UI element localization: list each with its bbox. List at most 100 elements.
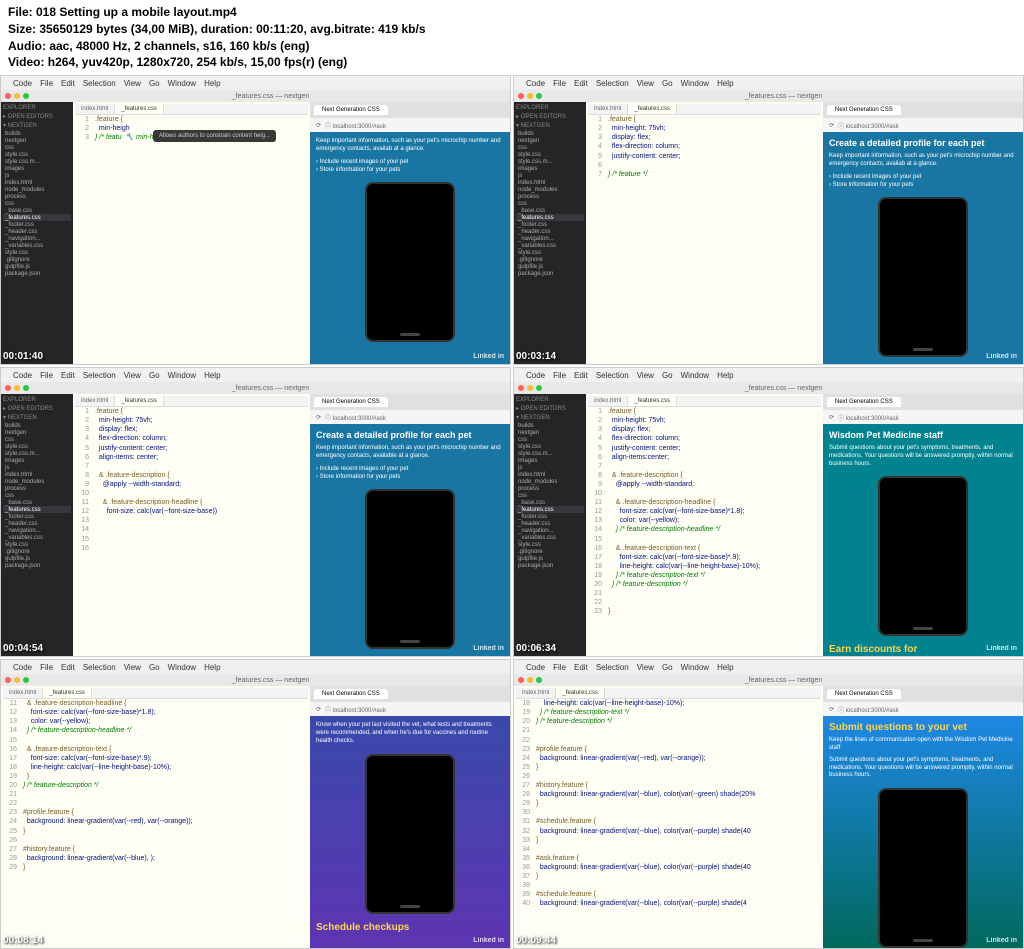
tab-css[interactable]: _features.css	[556, 688, 605, 698]
file-item[interactable]: _footer.css	[3, 513, 71, 520]
menu-item[interactable]: Selection	[596, 79, 629, 88]
file-item[interactable]: _footer.css	[516, 221, 584, 228]
menu-item[interactable]: Code	[13, 371, 32, 380]
code-line[interactable]: 8 & .feature-description {	[588, 471, 821, 480]
menu-item[interactable]: View	[637, 79, 654, 88]
code-line[interactable]: 36 background: linear-gradient(var(--blu…	[516, 863, 821, 872]
file-explorer[interactable]: EXPLORER▸ OPEN EDITORS▾ NEXTGENbuildsnex…	[514, 394, 586, 656]
code-line[interactable]: 20} /* feature-description */	[516, 717, 821, 726]
close-icon[interactable]	[5, 677, 11, 683]
code-editor[interactable]: index.html_features.css1.feature {2 min-…	[586, 394, 823, 656]
menu-item[interactable]: Edit	[574, 663, 588, 672]
code-line[interactable]: 12 font-size: calc(var(--font-size-base)…	[75, 507, 308, 516]
file-item[interactable]: _footer.css	[516, 513, 584, 520]
menu-item[interactable]: Edit	[574, 79, 588, 88]
code-line[interactable]: 16 & .feature-description-text {	[588, 544, 821, 553]
tab-css[interactable]: _features.css	[628, 396, 677, 406]
file-item[interactable]: _navigation...	[516, 527, 584, 534]
file-item[interactable]: _navigation...	[516, 235, 584, 242]
file-item[interactable]: style.css	[516, 249, 584, 256]
file-item[interactable]: index.html	[3, 471, 71, 478]
menu-item[interactable]: Selection	[596, 663, 629, 672]
code-line[interactable]: 28 background: linear-gradient(var(--blu…	[3, 854, 308, 863]
menu-item[interactable]: Code	[526, 79, 545, 88]
menu-item[interactable]: Window	[168, 79, 196, 88]
menu-item[interactable]: Edit	[61, 371, 75, 380]
code-line[interactable]: 10	[75, 489, 308, 498]
maximize-icon[interactable]	[536, 93, 542, 99]
code-line[interactable]: 14 } /* feature-description-headline */	[588, 525, 821, 534]
browser-tab[interactable]: Next Generation CSS	[314, 105, 388, 115]
browser-tab[interactable]: Next Generation CSS	[827, 689, 901, 699]
menu-item[interactable]: View	[124, 663, 141, 672]
code-line[interactable]: 15	[588, 535, 821, 544]
browser-tab[interactable]: Next Generation CSS	[827, 397, 901, 407]
file-item[interactable]: style.css	[3, 541, 71, 548]
code-line[interactable]: 4 flex-direction: column;	[588, 142, 821, 151]
menu-item[interactable]: File	[40, 79, 53, 88]
file-item[interactable]: package.json	[516, 270, 584, 277]
menu-item[interactable]: Go	[149, 79, 160, 88]
menu-item[interactable]: View	[124, 79, 141, 88]
menu-item[interactable]: Selection	[83, 663, 116, 672]
file-item[interactable]: js	[3, 464, 71, 471]
code-line[interactable]: 19 } /* feature-description-text */	[588, 571, 821, 580]
menu-item[interactable]: File	[553, 371, 566, 380]
url-bar[interactable]: ⟳ⓘ localhost:3000/#ask	[310, 702, 510, 716]
code-line[interactable]: 16	[75, 544, 308, 553]
code-line[interactable]: 9 @apply --width-standard;	[75, 480, 308, 489]
code-line[interactable]: 23}	[588, 607, 821, 616]
code-line[interactable]: 18 line-height: calc(var(--line-height-b…	[3, 763, 308, 772]
file-item[interactable]: index.html	[516, 179, 584, 186]
minimize-icon[interactable]	[527, 677, 533, 683]
code-line[interactable]: 7	[588, 462, 821, 471]
file-item[interactable]: style.css.m...	[516, 450, 584, 457]
file-item[interactable]: images	[516, 165, 584, 172]
file-item[interactable]: _footer.css	[3, 221, 71, 228]
code-line[interactable]: 31#schedule.feature {	[516, 817, 821, 826]
file-item[interactable]: _header.css	[3, 228, 71, 235]
code-line[interactable]: 9 @apply --width-standard;	[588, 480, 821, 489]
url-bar[interactable]: ⟳ⓘ localhost:3000/#ask	[823, 410, 1023, 424]
file-item[interactable]: css	[3, 436, 71, 443]
menu-item[interactable]: Window	[681, 371, 709, 380]
menu-item[interactable]: View	[637, 663, 654, 672]
menu-item[interactable]: Help	[204, 79, 220, 88]
file-item[interactable]: builds	[3, 422, 71, 429]
menu-item[interactable]: Window	[168, 663, 196, 672]
menu-item[interactable]: View	[124, 371, 141, 380]
code-line[interactable]: 24 background: linear-gradient(var(--red…	[516, 754, 821, 763]
file-item[interactable]: node_modules	[516, 186, 584, 193]
close-icon[interactable]	[518, 385, 524, 391]
file-item[interactable]: .gitignore	[516, 256, 584, 263]
file-item[interactable]: _features.css	[3, 506, 71, 513]
tab-css[interactable]: _features.css	[115, 396, 164, 406]
file-item[interactable]: nextgen	[3, 137, 71, 144]
menu-item[interactable]: Go	[149, 663, 160, 672]
menu-item[interactable]: Window	[681, 79, 709, 88]
file-item[interactable]: css	[3, 144, 71, 151]
file-explorer[interactable]: EXPLORER▸ OPEN EDITORS▾ NEXTGENbuildsnex…	[514, 102, 586, 364]
file-item[interactable]: _variables.css	[3, 242, 71, 249]
minimize-icon[interactable]	[14, 385, 20, 391]
file-item[interactable]: _features.css	[3, 214, 71, 221]
browser-tab[interactable]: Next Generation CSS	[314, 397, 388, 407]
code-line[interactable]: 21	[3, 790, 308, 799]
close-icon[interactable]	[5, 93, 11, 99]
file-item[interactable]: gulpfile.js	[3, 555, 71, 562]
code-line[interactable]: 27#history.feature {	[516, 781, 821, 790]
code-line[interactable]: 5 justify-content: center;	[588, 152, 821, 161]
tab-html[interactable]: index.html	[588, 396, 628, 406]
file-explorer[interactable]: EXPLORER▸ OPEN EDITORS▾ NEXTGENbuildsnex…	[1, 102, 73, 364]
file-item[interactable]: _variables.css	[3, 534, 71, 541]
tab-css[interactable]: _features.css	[628, 104, 677, 114]
file-item[interactable]: _features.css	[516, 506, 584, 513]
code-line[interactable]: 29}	[3, 863, 308, 872]
code-line[interactable]: 2 min-height: 75vh;	[588, 416, 821, 425]
file-item[interactable]: images	[3, 165, 71, 172]
menu-item[interactable]: Selection	[83, 79, 116, 88]
file-item[interactable]: _features.css	[516, 214, 584, 221]
file-item[interactable]: css	[516, 492, 584, 499]
tab-html[interactable]: index.html	[516, 688, 556, 698]
code-line[interactable]: 23#profile.feature {	[3, 808, 308, 817]
